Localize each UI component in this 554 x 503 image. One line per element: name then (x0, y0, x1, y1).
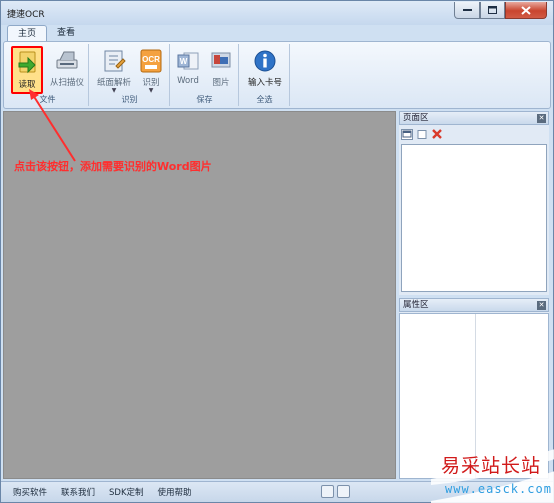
svg-text:OCR: OCR (142, 55, 160, 64)
ribbon-group-save: W Word 图片 保存 (171, 44, 239, 106)
page-panel-header: 页面区 ✕ (399, 111, 549, 125)
close-icon[interactable]: ✕ (537, 301, 546, 310)
close-button[interactable] (505, 2, 547, 19)
group-label-save: 保存 (196, 95, 213, 104)
properties-panel-title: 属性区 (403, 300, 429, 310)
scanner-label: 从扫描仪 (49, 78, 84, 88)
maximize-button[interactable] (480, 2, 505, 19)
enter-card-number-button[interactable]: 输入卡号 (244, 46, 286, 94)
watermark-url: www.easck.com (445, 482, 552, 496)
minimize-icon (462, 9, 472, 11)
layout-analysis-icon (104, 50, 126, 72)
buy-software-link[interactable]: 购买软件 (13, 486, 47, 498)
page-layout-icon[interactable] (401, 128, 413, 140)
layout-analysis-button[interactable]: 纸面解析 ▼ (94, 46, 134, 94)
enter-card-number-label: 输入卡号 (247, 78, 282, 88)
open-file-icon (18, 51, 36, 74)
page-panel: 页面区 ✕ (399, 111, 549, 295)
save-word-button[interactable]: W Word (173, 46, 203, 94)
group-label-file: 文件 (39, 95, 56, 104)
document-workspace[interactable]: 点击该按钮，添加需要识别的Word图片 (3, 111, 396, 479)
page-blank-icon[interactable] (416, 129, 428, 140)
page-panel-title: 页面区 (403, 113, 429, 123)
ocr-icon: OCR (140, 49, 162, 73)
close-icon (521, 5, 531, 15)
ribbon-group-select-all: 输入卡号 全选 (240, 44, 290, 106)
window-controls (454, 2, 547, 19)
image-label: 图片 (212, 78, 230, 88)
status-links: 购买软件 联系我们 SDK定制 使用帮助 (13, 486, 192, 498)
view-mode-icon[interactable] (321, 485, 334, 498)
scanner-button[interactable]: 从扫描仪 (47, 46, 87, 94)
group-label-select-all: 全选 (256, 95, 273, 104)
scanner-icon (56, 51, 78, 69)
properties-panel-header: 属性区 ✕ (399, 298, 549, 312)
minimize-button[interactable] (454, 2, 480, 19)
word-label: Word (177, 76, 199, 86)
maximize-icon (488, 6, 497, 14)
sdk-custom-link[interactable]: SDK定制 (109, 486, 144, 498)
app-window: 捷速OCR 主页 查看 读取 从扫描仪 文件 纸面解析 ▼ OCR 识别 ▼ 识… (0, 0, 554, 503)
delete-icon[interactable] (431, 129, 443, 140)
word-icon: W (177, 52, 199, 70)
title-bar[interactable]: 捷速OCR (1, 1, 553, 25)
page-list[interactable] (401, 144, 547, 292)
watermark: 易采站长站 www.easck.com (431, 449, 554, 503)
ribbon-group-file: 读取 从扫描仪 文件 (7, 44, 89, 106)
save-image-button[interactable]: 图片 (207, 46, 235, 94)
read-button[interactable]: 读取 (11, 46, 43, 94)
svg-text:W: W (180, 57, 188, 66)
read-label: 读取 (18, 80, 36, 90)
contact-us-link[interactable]: 联系我们 (61, 486, 95, 498)
watermark-text: 易采站长站 (441, 455, 542, 477)
group-label-recognize: 识别 (121, 95, 138, 104)
help-link[interactable]: 使用帮助 (158, 486, 192, 498)
ribbon-tabs: 主页 查看 (7, 25, 85, 42)
tab-view[interactable]: 查看 (47, 25, 85, 42)
view-mode-icon[interactable] (337, 485, 350, 498)
app-title: 捷速OCR (7, 10, 45, 20)
ribbon: 读取 从扫描仪 文件 纸面解析 ▼ OCR 识别 ▼ 识别 W Word 图片 … (3, 41, 551, 109)
status-icons (321, 485, 350, 498)
close-icon[interactable]: ✕ (537, 114, 546, 123)
image-icon (211, 52, 231, 68)
info-icon (254, 50, 276, 72)
tab-home[interactable]: 主页 (7, 25, 48, 42)
annotation-text: 点击该按钮，添加需要识别的Word图片 (14, 160, 212, 173)
recognize-button[interactable]: OCR 识别 ▼ (138, 46, 164, 94)
page-toolbar (401, 127, 443, 141)
ribbon-group-recognize: 纸面解析 ▼ OCR 识别 ▼ 识别 (90, 44, 170, 106)
